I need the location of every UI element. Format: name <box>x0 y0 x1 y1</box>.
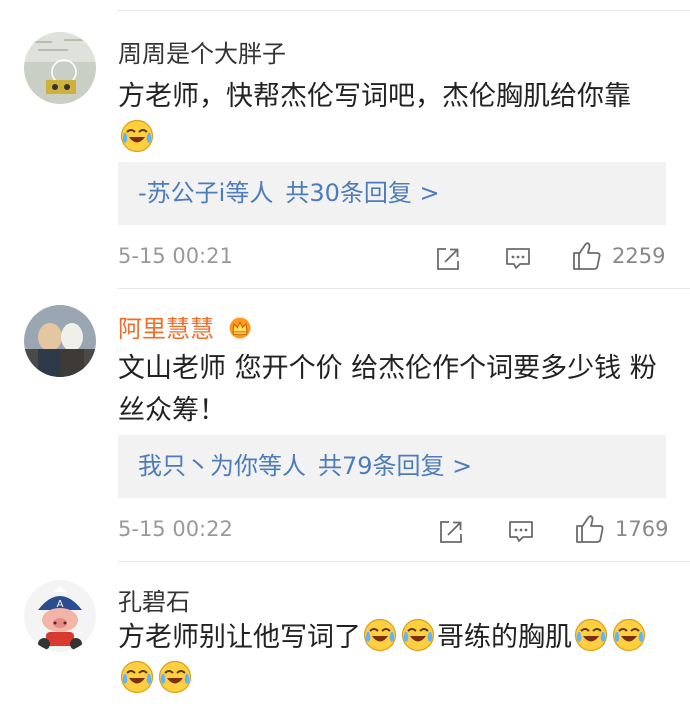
share-icon[interactable] <box>435 243 461 275</box>
timestamp: 5-15 00:22 <box>118 517 233 541</box>
username-text[interactable]: 阿里慧慧 <box>118 315 214 343</box>
comment-icon[interactable] <box>507 516 535 548</box>
avatar[interactable] <box>24 32 96 104</box>
comment-text-part: 方老师别让他写词了 <box>118 622 361 653</box>
laugh-cry-emoji <box>120 119 154 153</box>
comment-text-part: 哥练的胸肌 <box>437 622 572 653</box>
timestamp: 5-15 00:21 <box>118 244 233 268</box>
replies-preview[interactable]: -苏公子i等人 共30条回复 > <box>118 162 666 225</box>
crown-vip-icon <box>229 317 251 339</box>
avatar[interactable]: A <box>24 580 96 652</box>
like-count: 1769 <box>615 517 669 541</box>
reply-count-link[interactable]: 共30条回复 > <box>285 179 439 207</box>
username[interactable]: 阿里慧慧 <box>118 309 252 344</box>
comment-text-body: 方老师，快帮杰伦写词吧，杰伦胸肌给你靠 <box>118 81 631 112</box>
reply-users[interactable]: 我只丶为你等人 <box>138 452 306 480</box>
comment-meta: 5-15 00:21 2259 <box>118 240 666 272</box>
comment-divider <box>118 288 690 289</box>
like-count: 2259 <box>612 244 666 268</box>
laugh-cry-emoji <box>120 660 154 694</box>
comment-text: 方老师别让他写词了 哥练的胸肌 <box>118 617 678 701</box>
laugh-cry-emoji <box>363 618 397 652</box>
laugh-cry-emoji <box>612 618 646 652</box>
comment-divider <box>118 561 690 562</box>
laugh-cry-emoji <box>574 618 608 652</box>
username[interactable]: 周周是个大胖子 <box>118 34 286 69</box>
share-icon[interactable] <box>438 516 464 548</box>
comment-text: 方老师，快帮杰伦写词吧，杰伦胸肌给你靠 <box>118 76 678 160</box>
laugh-cry-emoji <box>401 618 435 652</box>
reply-count-link[interactable]: 共79条回复 > <box>318 452 472 480</box>
comment-meta: 5-15 00:22 1769 <box>118 513 669 548</box>
username[interactable]: 孔碧石 <box>118 582 190 617</box>
thumbs-up-icon[interactable] <box>575 513 605 545</box>
top-divider <box>118 10 690 11</box>
reply-users[interactable]: -苏公子i等人 <box>138 179 273 207</box>
avatar[interactable] <box>24 305 96 377</box>
comment-icon[interactable] <box>504 243 532 275</box>
replies-preview[interactable]: 我只丶为你等人 共79条回复 > <box>118 435 666 498</box>
comment-text: 文山老师 您开个价 给杰伦作个词要多少钱 粉丝众筹！ <box>118 353 657 426</box>
laugh-cry-emoji <box>158 660 192 694</box>
thumbs-up-icon[interactable] <box>572 240 602 272</box>
